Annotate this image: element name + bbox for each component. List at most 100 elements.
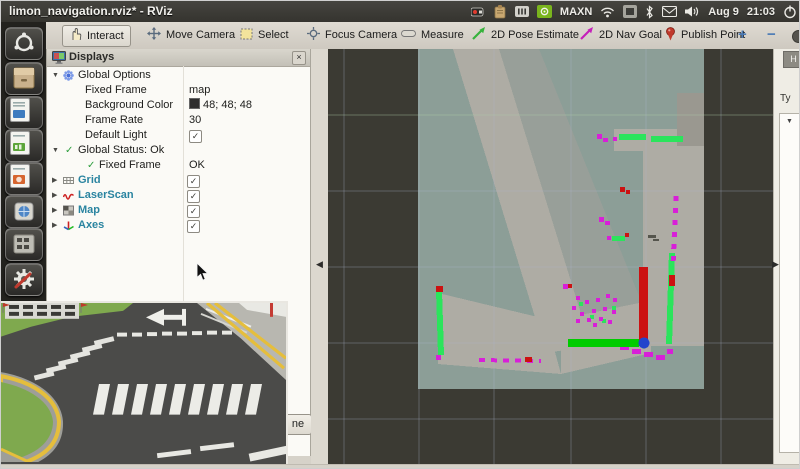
tree-row-fixed-frame-status[interactable]: ✓ Fixed Frame OK — [47, 158, 310, 173]
tool-select-label: Select — [258, 29, 289, 41]
displays-panel-icon — [52, 51, 66, 69]
time-label[interactable]: 21:03 — [747, 6, 775, 18]
nav-goal-arrow-icon — [580, 27, 594, 43]
volume-icon[interactable] — [685, 5, 700, 18]
clipboard-icon[interactable] — [494, 5, 507, 19]
laserscan-display-icon — [63, 190, 74, 201]
tree-row-default-light[interactable]: Default Light ✓ — [47, 128, 310, 143]
tool-measure[interactable]: Measure — [395, 25, 470, 45]
tree-row-laserscan[interactable]: ▶ LaserScan ✓ — [47, 188, 310, 203]
session-power-icon[interactable] — [783, 5, 797, 19]
launcher-item-libreoffice-calc[interactable] — [5, 129, 43, 162]
interact-hand-icon — [69, 28, 82, 44]
grid-display-icon — [63, 175, 74, 186]
title-bar: limon_navigation.rviz* - RViz MAXN Aug 9… — [1, 1, 800, 22]
expander-open-icon[interactable]: ▼ — [52, 143, 59, 158]
frame-rate-value[interactable]: 30 — [189, 113, 201, 128]
background-color-value[interactable]: 48; 48; 48 — [189, 98, 252, 113]
camera-image-panel — [1, 301, 288, 464]
tool-focus-camera[interactable]: Focus Camera — [301, 25, 403, 45]
grid-visible-checkbox[interactable]: ✓ — [187, 175, 200, 188]
tree-row-background-color[interactable]: Background Color 48; 48; 48 — [47, 98, 310, 113]
tool-2d-pose-estimate-label: 2D Pose Estimate — [491, 29, 579, 41]
axes-visible-checkbox[interactable]: ✓ — [187, 220, 200, 233]
tool-move-camera-label: Move Camera — [166, 29, 235, 41]
launcher-item-archive-box[interactable] — [5, 228, 43, 261]
wifi-icon[interactable] — [600, 6, 615, 18]
tool-2d-nav-goal[interactable]: 2D Nav Goal — [574, 25, 668, 45]
axes-display-label: Axes — [78, 218, 104, 233]
date-label[interactable]: Aug 9 — [708, 6, 739, 18]
displays-panel-title: Displays — [69, 51, 114, 63]
add-tool-button[interactable]: + — [738, 26, 747, 43]
launcher-item-ubuntu-dash[interactable] — [5, 27, 43, 60]
rviz-toolbar: Interact Move Camera Select Focus Camera… — [46, 22, 800, 50]
default-light-checkbox[interactable]: ✓ — [189, 130, 202, 143]
default-light-label: Default Light — [85, 128, 147, 143]
chevron-down-icon: ▼ — [786, 118, 793, 125]
map-visible-checkbox[interactable]: ✓ — [187, 205, 200, 218]
tree-row-fixed-frame[interactable]: Fixed Frame map — [47, 83, 310, 98]
tool-publish-point-label: Publish Point — [681, 29, 745, 41]
render-viewport-3d[interactable] — [328, 49, 773, 464]
color-swatch — [189, 98, 200, 109]
launcher-item-files[interactable] — [5, 62, 43, 95]
mail-icon[interactable] — [662, 6, 677, 17]
camera-road-scene — [1, 303, 286, 462]
tool-measure-label: Measure — [421, 29, 464, 41]
tree-row-global-options[interactable]: ▼ Global Options — [47, 68, 310, 83]
expander-open-icon[interactable]: ▼ — [52, 68, 59, 83]
expander-closed-icon[interactable]: ▶ — [52, 173, 57, 188]
frame-rate-label: Frame Rate — [85, 113, 143, 128]
move-camera-icon — [147, 27, 161, 43]
status-ok-icon: ✓ — [87, 158, 95, 173]
rename-button-fragment[interactable]: ne — [284, 414, 312, 435]
grid-display-label: Grid — [78, 173, 101, 188]
collapse-left-handle[interactable]: ◀ — [316, 259, 323, 270]
remove-tool-button[interactable]: − — [767, 26, 776, 43]
input-method-icon[interactable] — [623, 5, 637, 18]
displays-close-icon[interactable]: × — [292, 51, 306, 65]
tool-2d-pose-estimate[interactable]: 2D Pose Estimate — [466, 25, 585, 45]
views-type-combo-fragment[interactable]: ▼ — [779, 113, 800, 453]
tool-select[interactable]: Select — [234, 25, 295, 45]
tree-row-map[interactable]: ▶ Map ✓ — [47, 203, 310, 218]
collapse-right-handle[interactable]: ▶ — [772, 259, 779, 270]
launcher-item-software-center[interactable] — [5, 195, 43, 228]
launcher-item-libreoffice-impress[interactable] — [5, 162, 43, 195]
system-tray: MAXN Aug 9 21:03 — [471, 1, 797, 22]
tool-move-camera[interactable]: Move Camera — [141, 25, 241, 45]
tree-row-global-status[interactable]: ▼ ✓ Global Status: Ok — [47, 143, 310, 158]
measure-icon — [401, 29, 416, 41]
tool-interact-label: Interact — [87, 30, 124, 42]
global-options-icon — [63, 70, 74, 81]
building — [3, 303, 88, 319]
views-panel-sliver: ▶ H Ty ▼ — [773, 49, 800, 464]
expander-closed-icon[interactable]: ▶ — [52, 188, 57, 203]
map-display-icon — [63, 205, 74, 216]
expander-closed-icon[interactable]: ▶ — [52, 218, 57, 233]
red-pole — [270, 303, 273, 317]
tree-row-grid[interactable]: ▶ Grid ✓ — [47, 173, 310, 188]
tree-row-axes[interactable]: ▶ Axes ✓ — [47, 218, 310, 233]
nvidia-icon[interactable] — [537, 5, 552, 18]
desktop-screen: limon_navigation.rviz* - RViz MAXN Aug 9… — [0, 0, 800, 469]
tool-extra-button[interactable] — [792, 30, 800, 43]
fixed-frame-value[interactable]: map — [189, 83, 210, 98]
tree-row-frame-rate[interactable]: Frame Rate 30 — [47, 113, 310, 128]
panel-splitter[interactable]: ◀ — [311, 49, 328, 464]
bluetooth-icon[interactable] — [645, 5, 654, 19]
launcher-item-libreoffice-writer[interactable] — [5, 96, 43, 129]
global-status-label: Global Status: Ok — [78, 143, 164, 158]
displays-panel-header[interactable]: Displays × — [47, 49, 310, 67]
launcher-item-system-settings[interactable] — [5, 263, 43, 296]
expander-closed-icon[interactable]: ▶ — [52, 203, 57, 218]
indicator-bars-icon[interactable] — [515, 5, 529, 18]
laserscan-visible-checkbox[interactable]: ✓ — [187, 190, 200, 203]
screen-record-icon[interactable] — [471, 5, 486, 18]
views-panel-button-fragment[interactable]: H — [783, 51, 800, 68]
fixed-frame-status-value: OK — [189, 158, 205, 173]
performance-mode-label[interactable]: MAXN — [560, 6, 592, 18]
tool-interact[interactable]: Interact — [62, 25, 131, 47]
map-display — [418, 49, 704, 389]
